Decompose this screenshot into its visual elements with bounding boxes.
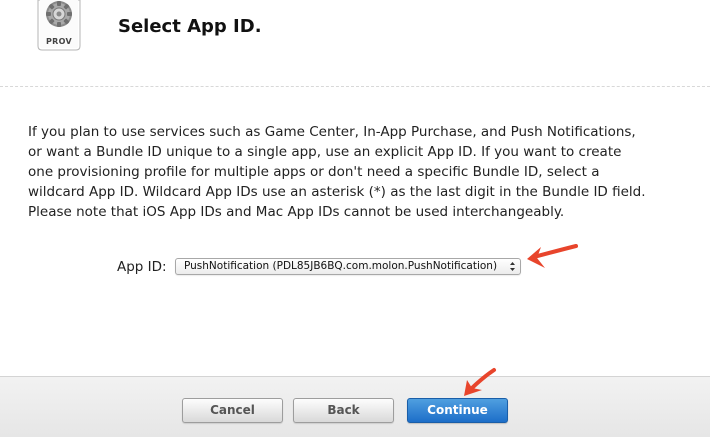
back-button[interactable]: Back bbox=[293, 398, 394, 423]
page-header: PROV Select App ID. bbox=[0, 0, 710, 86]
prov-icon-label: PROV bbox=[45, 37, 72, 46]
select-updown-chevron-icon bbox=[510, 262, 515, 271]
app-id-select[interactable]: PushNotification (PDL85JB6BQ.com.molon.P… bbox=[175, 258, 521, 275]
annotation-arrow-icon bbox=[464, 368, 496, 396]
continue-button[interactable]: Continue bbox=[407, 398, 508, 423]
footer-bar: Cancel Back Continue bbox=[0, 376, 710, 437]
app-id-description: If you plan to use services such as Game… bbox=[28, 124, 646, 220]
annotation-arrow-icon bbox=[527, 244, 578, 268]
app-id-row: App ID: PushNotification (PDL85JB6BQ.com… bbox=[0, 256, 710, 280]
cancel-button[interactable]: Cancel bbox=[182, 398, 283, 423]
app-id-selected-value: PushNotification (PDL85JB6BQ.com.molon.P… bbox=[184, 260, 498, 272]
header-divider bbox=[0, 86, 710, 87]
page-title: Select App ID. bbox=[118, 16, 262, 37]
app-id-label: App ID: bbox=[117, 259, 167, 275]
